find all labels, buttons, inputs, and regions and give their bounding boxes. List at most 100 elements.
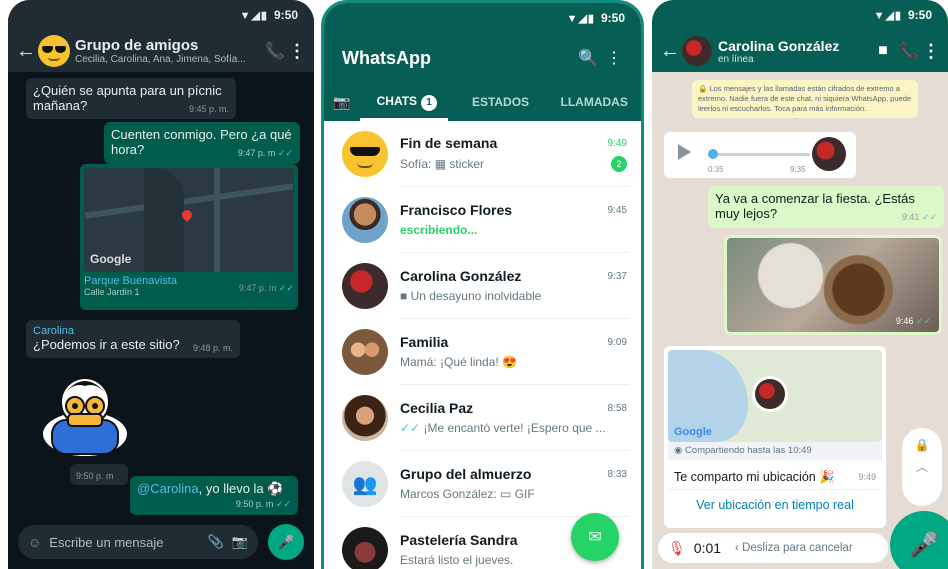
- preview-text: GIF: [514, 487, 535, 501]
- message-time: 9:41: [901, 212, 920, 222]
- preview-text: ¡Me encantó verte! ¡Espero que ...: [423, 421, 606, 435]
- status-time: 9:50: [273, 8, 298, 22]
- contact-name: Carolina González: [718, 37, 840, 54]
- google-logo: Google: [90, 252, 132, 266]
- video-call-icon[interactable]: ■: [870, 42, 896, 60]
- chat-time: 8:58: [607, 402, 627, 414]
- camera-icon[interactable]: 📷: [232, 534, 248, 550]
- menu-kebab-icon[interactable]: ⋮: [601, 48, 627, 68]
- cake-photo: 9:46 ✓✓: [727, 238, 939, 332]
- chat-row[interactable]: Cecilia Paz 8:58 ✓✓ ¡Me encantó verte! ¡E…: [324, 385, 641, 451]
- heart-eyes-emoji: 😍: [502, 355, 518, 369]
- chat-row-body: Carolina González 9:37 ■ Un desayuno inol…: [400, 253, 629, 319]
- chevron-left-icon: ‹: [735, 542, 743, 554]
- app-title: WhatsApp: [342, 47, 431, 68]
- message-time: 9:50 p. m: [235, 499, 274, 509]
- sticker-time: 9:50 p. m: [70, 464, 128, 485]
- chat-header: ← Grupo de amigos Cecilia, Carolina, Ana…: [8, 30, 314, 72]
- view-live-location-button[interactable]: Ver ubicación en tiempo real: [668, 489, 882, 520]
- chat-list: Fin de semana 9:49 Sofía: ▦ sticker 2 Fran…: [324, 121, 641, 569]
- chevron-up-icon: ︿: [915, 460, 928, 474]
- menu-kebab-icon[interactable]: ⋮: [922, 41, 940, 62]
- chat-row[interactable]: 👥 Grupo del almuerzo 8:33 Marcos González…: [324, 451, 641, 517]
- double-check-icon: ✓✓: [277, 148, 293, 158]
- message-bubble[interactable]: Carolina ¿Podemos ir a este sitio? 9:48 …: [26, 320, 240, 358]
- menu-kebab-icon[interactable]: ⋮: [288, 41, 306, 62]
- chat-row[interactable]: Fin de semana 9:49 Sofía: ▦ sticker 2: [324, 121, 641, 187]
- contact-header-info[interactable]: Carolina González en línea: [718, 38, 870, 65]
- preview-sender: Marcos González:: [400, 487, 501, 501]
- recording-bar: 🎙 0:01 ‹ Desliza para cancelar: [658, 533, 888, 563]
- place-address: Calle Jardín 1 9:47 p. m ✓✓: [84, 283, 294, 297]
- group-avatar[interactable]: [38, 35, 70, 67]
- mic-icon: 🎤: [277, 533, 295, 550]
- play-icon[interactable]: [678, 144, 691, 160]
- audio-position: 0:35: [708, 165, 724, 174]
- recording-time: 0:01: [693, 540, 722, 556]
- unread-count: 2: [611, 156, 627, 172]
- message-bubble[interactable]: ¿Quién se apunta para un pícnic mañana? …: [26, 78, 236, 119]
- message-meta: 9:47 p. m ✓✓: [238, 148, 293, 159]
- add-call-icon[interactable]: 📞: [262, 41, 288, 61]
- back-arrow-icon[interactable]: ←: [660, 40, 680, 63]
- tab-status[interactable]: ESTADOS: [454, 95, 548, 109]
- audio-track[interactable]: [710, 153, 810, 156]
- chat-preview: escribiendo...: [400, 223, 478, 237]
- double-check-icon: ✓✓: [278, 283, 294, 293]
- message-bubble[interactable]: @Carolina, yo llevo la ⚽ 9:50 p. m ✓✓: [130, 476, 298, 515]
- recording-lock[interactable]: 🔒 ︿: [902, 428, 942, 506]
- location-message[interactable]: Google Parque Buenavista Calle Jardín 19…: [80, 164, 298, 310]
- chat-row-body: Cecilia Paz 8:58 ✓✓ ¡Me encantó verte! ¡E…: [400, 385, 629, 451]
- lock-icon: 🔒: [914, 438, 930, 452]
- voice-call-icon[interactable]: 📞: [896, 41, 922, 61]
- map-thumbnail: Google: [84, 168, 294, 272]
- chat-row-body: Familia 9:09 Mamá: ¡Qué linda! 😍: [400, 319, 629, 385]
- message-bubble[interactable]: Ya va a comenzar la fiesta. ¿Estás muy l…: [708, 186, 944, 228]
- live-map-thumbnail: Google: [668, 350, 882, 442]
- search-icon[interactable]: 🔍: [575, 48, 601, 68]
- gif-icon: ▭: [500, 487, 515, 501]
- new-chat-icon: ✉: [588, 529, 602, 546]
- voice-message[interactable]: 0:35 9:35: [664, 132, 856, 178]
- place-address-text: Calle Jardín 1: [84, 287, 140, 297]
- sticker-image[interactable]: [40, 368, 130, 458]
- tab-bar: 📷 CHATS 1 ESTADOS LLAMADAS: [324, 83, 641, 121]
- audio-scrubber[interactable]: [708, 149, 718, 159]
- message-input[interactable]: ☺ Escribe un mensaje 📎 📷: [18, 525, 258, 559]
- attach-icon[interactable]: 📎: [208, 534, 224, 550]
- chat-row-top: Cecilia Paz 8:58: [400, 400, 627, 416]
- chat-row[interactable]: Francisco Flores 9:45 escribiendo...: [324, 187, 641, 253]
- mention[interactable]: @Carolina: [137, 481, 199, 496]
- back-arrow-icon[interactable]: ←: [16, 40, 36, 63]
- google-logo: Google: [674, 426, 712, 438]
- photo-message[interactable]: 9:46 ✓✓: [724, 235, 942, 335]
- message-time: 9:46: [895, 316, 914, 326]
- chat-header: ← Carolina González en línea ■ 📞 ⋮: [652, 30, 948, 72]
- single-chat-screen: ▼◢▮ 9:50 ← Carolina González en línea ■ …: [652, 0, 948, 569]
- chat-name: Fin de semana: [400, 135, 498, 151]
- record-button[interactable]: 🎤: [890, 511, 948, 569]
- avatar: [342, 263, 388, 309]
- message-time: 9:50 p. m: [76, 471, 114, 481]
- camera-tab-icon[interactable]: 📷: [324, 94, 360, 111]
- tab-calls[interactable]: LLAMADAS: [547, 95, 641, 109]
- message-time: 9:47 p. m: [237, 148, 276, 158]
- slide-to-cancel[interactable]: ‹ Desliza para cancelar: [735, 542, 853, 554]
- chat-row[interactable]: Familia 9:09 Mamá: ¡Qué linda! 😍: [324, 319, 641, 385]
- new-chat-button[interactable]: ✉: [571, 513, 619, 561]
- preview-sender: Sofía:: [400, 157, 435, 171]
- live-location-message[interactable]: Google ◉ Compartiendo hasta las 10:49 Te…: [664, 346, 886, 528]
- mic-button[interactable]: 🎤: [268, 524, 304, 560]
- encryption-notice[interactable]: 🔒 Los mensajes y las llamadas están cifr…: [692, 80, 918, 119]
- message-text: Ya va a comenzar la fiesta. ¿Estás muy l…: [715, 191, 915, 221]
- chat-time: 9:09: [607, 336, 627, 348]
- emoji-icon[interactable]: ☺: [28, 535, 41, 550]
- chat-name: Carolina González: [400, 268, 522, 284]
- group-header-info[interactable]: Grupo de amigos Cecilia, Carolina, Ana, …: [75, 37, 262, 65]
- chat-row[interactable]: Carolina González 9:37 ■ Un desayuno inol…: [324, 253, 641, 319]
- location-avatar: [752, 376, 788, 412]
- encryption-text: Los mensajes y las llamadas están cifrad…: [698, 84, 912, 114]
- message-bubble[interactable]: Cuenten conmigo. Pero ¿a qué hora? 9:47 …: [104, 122, 300, 164]
- contact-avatar[interactable]: [682, 36, 712, 66]
- tab-chats[interactable]: CHATS 1: [360, 94, 454, 111]
